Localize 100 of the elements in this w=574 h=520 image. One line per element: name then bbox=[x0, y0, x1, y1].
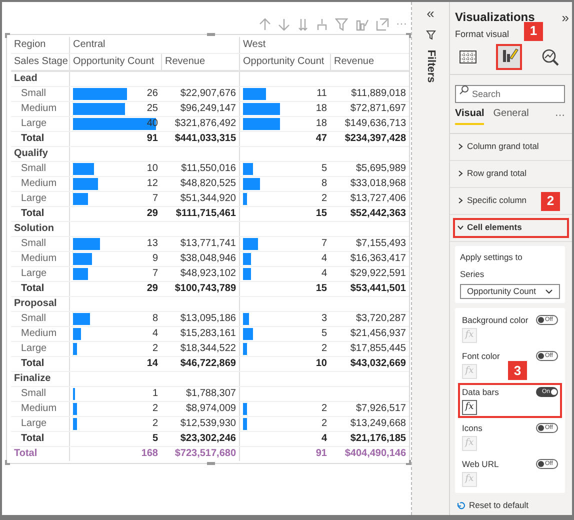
table-cell-text: 15 bbox=[316, 207, 327, 222]
table-cell-text: 2 bbox=[321, 192, 327, 206]
table-cell-text: $96,249,147 bbox=[179, 102, 237, 116]
row-group-header[interactable]: Proposal bbox=[11, 297, 69, 312]
row-header: Small bbox=[20, 312, 48, 326]
chevron-right-icon[interactable] bbox=[457, 197, 464, 204]
table-cell-text: 8 bbox=[321, 177, 327, 192]
table-cell-text: 29 bbox=[146, 207, 158, 222]
table-cell-text: $21,456,937 bbox=[349, 327, 407, 342]
fx-button[interactable]: fx bbox=[462, 400, 477, 415]
table-cell-text: 7 bbox=[152, 267, 158, 282]
table-cell-text: $46,722,869 bbox=[179, 357, 237, 372]
table-cell-text: 10 bbox=[316, 357, 327, 372]
setting-label: Web URL bbox=[462, 458, 499, 470]
table-cell-text: $16,363,417 bbox=[349, 252, 407, 266]
table-cell-text: $21,176,185 bbox=[349, 432, 407, 446]
table-cell-text: 14 bbox=[146, 357, 158, 372]
reset-icon[interactable] bbox=[456, 500, 465, 510]
row-group-header[interactable]: Solution bbox=[11, 222, 69, 236]
table-cell-text: 26 bbox=[146, 87, 158, 102]
field-label: Series bbox=[460, 268, 486, 281]
resize-handle[interactable] bbox=[5, 33, 10, 38]
table-cell-text: 12 bbox=[146, 177, 158, 192]
row-group-header[interactable]: Lead bbox=[11, 72, 69, 86]
table-cell-text: $100,743,789 bbox=[174, 282, 237, 296]
filter-icon[interactable] bbox=[426, 30, 436, 40]
table-cell-text: $321,876,492 bbox=[174, 117, 237, 132]
row-group-header[interactable]: Qualify bbox=[11, 147, 69, 162]
arrow-down-icon[interactable] bbox=[278, 18, 290, 31]
table-cell-text: $1,788,307 bbox=[184, 387, 237, 402]
table-cell-text: 91 bbox=[146, 132, 158, 146]
table-cell-text: 11 bbox=[316, 87, 327, 102]
table-cell-text: $13,095,186 bbox=[179, 312, 237, 326]
table-cell-text: 13 bbox=[146, 237, 158, 252]
more-options-button[interactable]: ··· bbox=[555, 108, 565, 122]
table-cell-text: 4 bbox=[152, 327, 158, 342]
table-cell-text: 5 bbox=[152, 432, 158, 446]
table-cell-text: $15,283,161 bbox=[179, 327, 237, 342]
focus-mode-icon[interactable] bbox=[376, 18, 389, 31]
chevron-down-icon[interactable] bbox=[545, 288, 553, 294]
reset-button[interactable]: Reset to default bbox=[456, 499, 569, 512]
row-header: Medium bbox=[20, 102, 58, 116]
table-cell-text: $234,397,428 bbox=[344, 132, 407, 146]
row-header: Small bbox=[20, 87, 48, 102]
fork-icon[interactable] bbox=[316, 18, 328, 31]
setting-label: Font color bbox=[462, 350, 500, 362]
table-cell-text: $723,517,680 bbox=[174, 447, 237, 462]
row-header: Medium bbox=[20, 402, 58, 416]
table-cell-text: 47 bbox=[316, 132, 327, 146]
tab[interactable]: Visual bbox=[455, 106, 484, 124]
resize-handle[interactable] bbox=[207, 33, 215, 36]
row-header: Total bbox=[20, 132, 46, 146]
row-header: Total bbox=[13, 447, 38, 462]
table-cell-text: $13,249,668 bbox=[349, 417, 407, 432]
table-cell-text: 4 bbox=[321, 252, 327, 266]
table-cell-text: $18,344,522 bbox=[179, 342, 237, 356]
pane-title[interactable]: Filters bbox=[422, 50, 439, 83]
callout-badge: 3 bbox=[508, 361, 527, 380]
resize-handle[interactable] bbox=[5, 460, 10, 465]
row-header: Medium bbox=[20, 327, 58, 342]
collapse-button[interactable]: « bbox=[426, 6, 434, 20]
table-cell-text: 15 bbox=[316, 282, 327, 296]
section-header[interactable]: Cell elements bbox=[453, 218, 569, 238]
table-cell-text: 29 bbox=[146, 282, 158, 296]
table-cell-text: $5,695,989 bbox=[354, 162, 407, 176]
table-cell-text: $404,490,146 bbox=[344, 447, 407, 462]
row-header: Small bbox=[20, 387, 48, 402]
series-dropdown[interactable]: Opportunity Count bbox=[460, 284, 560, 299]
chevron-right-icon[interactable] bbox=[457, 170, 464, 177]
row-header: Medium bbox=[20, 252, 58, 266]
table-cell-text: $7,926,517 bbox=[354, 402, 407, 416]
resize-handle[interactable] bbox=[207, 462, 215, 465]
expand-button[interactable]: » bbox=[562, 10, 569, 24]
table-cell-text: 1 bbox=[152, 387, 158, 402]
table-cell-text: $12,539,930 bbox=[179, 417, 237, 432]
row-group-header[interactable]: Finalize bbox=[11, 372, 69, 386]
table-cell-text: 9 bbox=[152, 252, 158, 266]
row-header: Total bbox=[20, 282, 46, 296]
row-header: Large bbox=[20, 342, 48, 356]
chevron-right-icon[interactable] bbox=[457, 143, 464, 150]
table-cell-text: $52,442,363 bbox=[349, 207, 407, 222]
table-cell-text: $22,907,676 bbox=[179, 87, 237, 102]
table-cell-text: $3,720,287 bbox=[354, 312, 407, 326]
double-arrow-down-icon[interactable] bbox=[297, 18, 309, 31]
table-header: Opportunity Count bbox=[239, 54, 330, 70]
arrow-up-icon[interactable] bbox=[259, 18, 271, 31]
table-header: West bbox=[239, 37, 409, 54]
tab[interactable]: General bbox=[493, 106, 529, 124]
pane-subtitle: Format visual bbox=[455, 28, 510, 41]
chevron-down-icon[interactable] bbox=[457, 224, 464, 231]
table-header: Revenue bbox=[330, 54, 409, 70]
table-cell-text: $11,889,018 bbox=[350, 87, 407, 102]
search-icon[interactable] bbox=[459, 84, 469, 94]
section-header[interactable]: Row grand total bbox=[453, 164, 569, 184]
callout-badge: 2 bbox=[541, 192, 560, 210]
table-cell-text: $33,018,968 bbox=[349, 177, 407, 192]
section-header[interactable]: Column grand total bbox=[453, 136, 569, 156]
table-cell-text: 91 bbox=[316, 447, 327, 462]
table-cell-text: 10 bbox=[146, 162, 158, 176]
search-field[interactable]: Search bbox=[455, 84, 565, 102]
